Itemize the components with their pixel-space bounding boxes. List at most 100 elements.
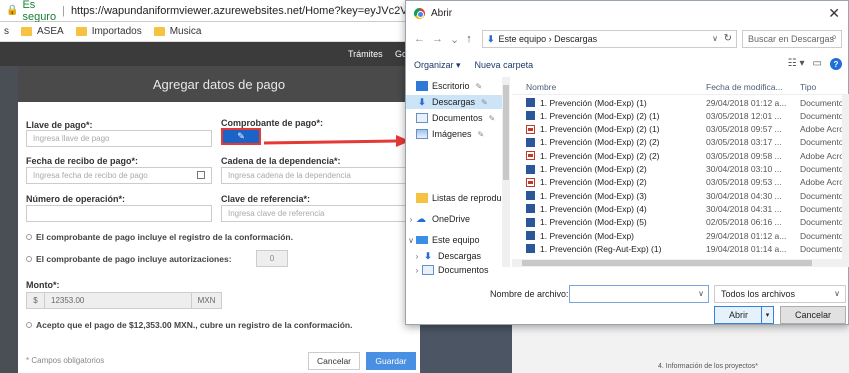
refresh-icon[interactable]: ↻ [724,33,732,44]
bookmark-musica[interactable]: Musica [153,26,201,37]
word-file-icon [526,137,535,147]
file-date: 02/05/2018 06:16 ... [706,217,782,228]
bookmark-item[interactable]: s [4,26,9,37]
file-date: 03/05/2018 09:53 ... [706,177,782,188]
monto-value: 12353.00 [51,296,85,305]
save-button[interactable]: Guardar [366,352,416,370]
file-row[interactable]: 1. Prevención (Reg-Aut-Exp) (1) 19/04/201… [512,243,849,254]
file-row[interactable]: 1. Prevención (Mod-Exp) (2) (1) 03/05/201… [512,110,849,121]
cadena-label: Cadena de la dependencia*: [221,156,341,166]
calendar-icon[interactable] [197,171,205,179]
word-file-icon [526,244,535,254]
llave-input[interactable]: Ingresa llave de pago [26,130,212,147]
file-row[interactable]: 1. Prevención (Mod-Exp) 29/04/2018 01:12 … [512,230,849,241]
file-row[interactable]: 1. Prevención (Mod-Exp) (3) 30/04/2018 04… [512,190,849,201]
file-row[interactable]: 1. Prevención (Mod-Exp) (2) 30/04/2018 03… [512,164,849,175]
path-breadcrumb[interactable]: ⬇ Este equipo › Descargas ∨ ↻ [482,30,737,48]
file-type-filter[interactable]: Todos los archivos ∨ [714,285,846,303]
file-date: 19/04/2018 01:14 a... [706,243,787,254]
bookmark-asea[interactable]: ASEA [21,26,64,37]
organizar-menu[interactable]: Organizar ▾ [414,60,461,71]
file-row[interactable]: 1. Prevención (Mod-Exp) (4) 30/04/2018 04… [512,203,849,214]
close-icon[interactable]: ✕ [828,5,840,22]
chevron-right-icon[interactable]: › [406,215,416,224]
autorizaciones-input[interactable]: 0 [256,250,288,267]
dialog-cancel-button[interactable]: Cancelar [780,306,846,324]
tree-item-onedrive[interactable]: › ☁ OneDrive [406,212,510,226]
chevron-right-icon[interactable]: › [412,266,422,275]
pencil-icon: ✎ [237,131,245,141]
column-name[interactable]: Nombre [526,82,556,92]
tree-item-descargas-2[interactable]: › ⬇ Descargas [406,249,510,263]
forward-arrow-icon[interactable]: → [432,33,443,45]
bookmark-importados[interactable]: Importados [75,26,142,37]
preview-pane-icon[interactable]: ▭ [813,58,822,70]
nav-tramites[interactable]: Trámites [348,49,383,59]
file-name: 1. Prevención (Mod-Exp) (2) (1) [540,110,660,121]
cadena-input[interactable]: Ingresa cadena de la dependencia [221,167,411,184]
file-row[interactable]: 1. Prevención (Mod-Exp) (1) 29/04/2018 01… [512,97,849,108]
referencia-input[interactable]: Ingresa clave de referencia [221,205,411,222]
file-name: 1. Prevención (Reg-Aut-Exp) (1) [540,243,662,254]
operacion-input[interactable] [26,205,212,222]
file-date: 03/05/2018 03:17 ... [706,137,782,148]
pdf-file-icon [526,124,535,134]
check-autorizaciones[interactable]: El comprobante de pago incluye autorizac… [26,254,232,264]
tree-item-escritorio[interactable]: Escritorio ✎ [406,79,510,93]
navigation-pane: Escritorio ✎ ⬇ Descargas ✎ Documentos ✎ Imá… [406,77,510,275]
file-row[interactable]: 1. Prevención (Mod-Exp) (2) (1) 03/05/201… [512,124,849,135]
chevron-down-icon[interactable]: ∨ [834,289,840,298]
chevron-right-icon[interactable]: › [412,252,422,261]
fecha-input[interactable]: Ingresa fecha de recibo de pago [26,167,212,184]
open-button[interactable]: Abrir ▾ [714,306,774,324]
fecha-label: Fecha de recibo de pago*: [26,156,139,166]
check-acepto[interactable]: Acepto que el pago de $12,353.00 MXN., c… [26,320,352,330]
help-icon[interactable]: ? [830,58,842,70]
radio-icon[interactable] [26,256,32,262]
view-options-icon[interactable]: ☷ ▾ [788,58,805,70]
file-row[interactable]: 1. Prevención (Mod-Exp) (2) (2) 03/05/201… [512,150,849,161]
search-input[interactable]: Buscar en Descargas ⌕ [742,30,842,48]
tree-item-descargas[interactable]: ⬇ Descargas ✎ [406,95,510,109]
file-list-scrollbar[interactable] [842,95,849,267]
tree-item-este-equipo[interactable]: ∨ Este equipo [406,233,510,247]
filename-input[interactable]: ∨ [569,285,709,303]
file-row[interactable]: 1. Prevención (Mod-Exp) (2) (2) 03/05/201… [512,137,849,148]
chevron-down-icon[interactable]: ∨ [698,289,704,298]
file-row[interactable]: 1. Prevención (Mod-Exp) (2) 03/05/2018 09… [512,177,849,188]
currency-symbol: $ [27,293,45,308]
chevron-down-icon[interactable]: ∨ [406,236,416,245]
folder-icon [153,27,165,36]
operacion-label: Número de operación*: [26,194,126,204]
back-arrow-icon[interactable]: ← [414,33,425,45]
address-bar[interactable]: 🔒 Es seguro | https://wapundaniformviewe… [0,0,467,23]
chevron-down-icon[interactable]: ▾ [761,307,773,323]
up-arrow-icon[interactable]: ↑ [466,33,472,45]
check-conformacion[interactable]: El comprobante de pago incluye el regist… [26,232,293,242]
tree-scrollbar[interactable] [502,77,510,267]
cancel-button[interactable]: Cancelar [308,352,360,370]
chevron-down-icon[interactable]: ∨ [712,34,718,43]
currency-unit: MXN [191,293,221,308]
tree-item-imagenes[interactable]: Imágenes ✎ [406,127,510,141]
folder-icon [75,27,87,36]
lock-icon: 🔒 [6,5,19,16]
upload-button[interactable]: ✎ [221,128,261,145]
tree-item-listas[interactable]: Listas de reprodu [406,191,510,205]
new-folder-button[interactable]: Nueva carpeta [475,60,534,70]
column-date[interactable]: Fecha de modifica... [706,82,783,92]
word-file-icon [526,231,535,240]
recent-chevron-icon[interactable]: ⌄ [450,33,459,46]
radio-icon[interactable] [26,234,32,240]
dialog-titlebar: Abrir ✕ [406,1,848,25]
horizontal-scrollbar[interactable] [512,259,842,267]
file-row[interactable]: 1. Prevención (Mod-Exp) (5) 02/05/2018 06… [512,217,849,228]
search-icon[interactable]: ⌕ [831,32,837,43]
column-type[interactable]: Tipo [800,82,816,92]
bookmarks-bar: s ASEA Importados Musica [0,22,420,42]
modal-header: Agregar datos de pago [18,66,420,102]
tree-item-documentos[interactable]: Documentos ✎ [406,111,510,125]
tree-item-documentos-2[interactable]: › Documentos [406,263,510,277]
filename-row: Nombre de archivo: ∨ Todos los archivos … [406,285,848,303]
radio-icon[interactable] [26,322,32,328]
